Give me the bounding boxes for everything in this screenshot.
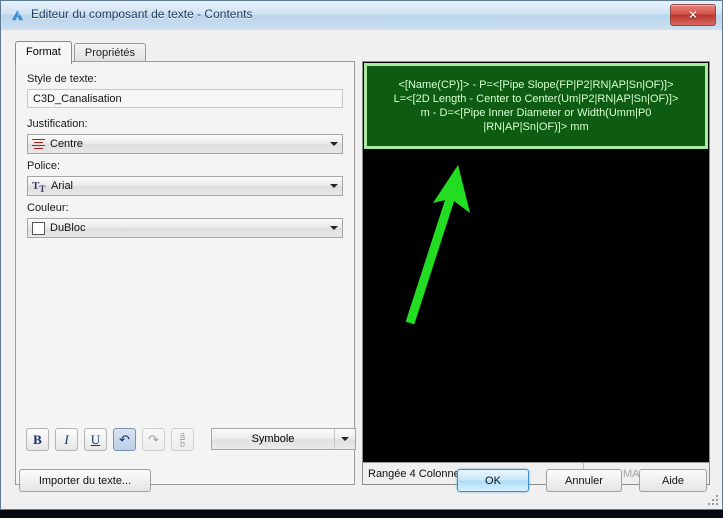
font-chevron-down-icon[interactable] <box>325 177 342 195</box>
color-value-wrap: DuBloc <box>28 221 325 235</box>
justification-chevron-down-icon[interactable] <box>325 135 342 153</box>
font-value: Arial <box>51 180 74 192</box>
italic-button[interactable]: I <box>55 428 78 451</box>
format-panel: Style de texte: C3D_Canalisation Justifi… <box>15 61 355 485</box>
cancel-button[interactable]: Annuler <box>546 469 622 492</box>
close-button[interactable]: ✕ <box>670 4 716 26</box>
stack-fraction-button[interactable]: ab <box>171 428 194 451</box>
symbol-dropdown[interactable]: Symbole <box>211 428 356 450</box>
stack-fraction-icon: ab <box>179 429 185 449</box>
font-dropdown[interactable]: TT Arial <box>27 176 343 196</box>
font-label: Police: <box>27 160 61 172</box>
editor-line-3: m - D=<[Pipe Inner Diameter or Width(Umm… <box>420 107 652 119</box>
tab-strip: Format Propriétés <box>15 41 147 64</box>
redo-button[interactable]: ↷ <box>142 428 165 451</box>
format-toolbar: B I U ↶ ↷ ab Symbole <box>15 428 356 458</box>
text-style-field[interactable]: C3D_Canalisation <box>27 89 343 108</box>
text-editor-area[interactable]: <[Name(CP)]> - P=<[Pipe Slope(FP|P2|RN|A… <box>362 61 710 485</box>
color-swatch-icon <box>32 221 45 235</box>
justification-value: Centre <box>50 138 84 150</box>
text-style-label: Style de texte: <box>27 73 97 85</box>
dialog-body: Format Propriétés Style de texte: C3D_Ca… <box>1 30 722 509</box>
editor-line-1: <[Name(CP)]> - P=<[Pipe Slope(FP|P2|RN|A… <box>398 79 674 91</box>
editor-line-2: L=<[2D Length - Center to Center(Um|P2|R… <box>393 93 679 105</box>
resize-grip[interactable] <box>708 495 720 507</box>
dialog-footer: Importer du texte... OK Annuler Aide <box>1 457 722 509</box>
ok-button[interactable]: OK <box>457 469 529 492</box>
color-chevron-down-icon[interactable] <box>325 219 342 237</box>
close-icon: ✕ <box>687 8 699 22</box>
justification-value-wrap: Centre <box>28 138 325 151</box>
undo-button[interactable]: ↶ <box>113 428 136 451</box>
justify-center-icon <box>32 138 45 151</box>
symbol-chevron-down-icon[interactable] <box>334 429 355 449</box>
font-value-wrap: TT Arial <box>28 179 325 194</box>
color-dropdown[interactable]: DuBloc <box>27 218 343 238</box>
selected-text-block[interactable]: <[Name(CP)]> - P=<[Pipe Slope(FP|P2|RN|A… <box>364 63 708 149</box>
window-title: Editeur du composant de texte - Contents <box>31 7 253 21</box>
justification-dropdown[interactable]: Centre <box>27 134 343 154</box>
justification-label: Justification: <box>27 118 88 130</box>
help-button[interactable]: Aide <box>639 469 707 492</box>
bold-button[interactable]: B <box>26 428 49 451</box>
selected-text-inner: <[Name(CP)]> - P=<[Pipe Slope(FP|P2|RN|A… <box>367 66 705 146</box>
symbol-label: Symbole <box>251 433 295 445</box>
font-tt-icon: TT <box>32 179 46 194</box>
color-value: DuBloc <box>50 222 86 234</box>
text-component-editor-dialog: Editeur du composant de texte - Contents… <box>0 0 723 510</box>
title-bar: Editeur du composant de texte - Contents… <box>1 1 722 31</box>
color-label: Couleur: <box>27 202 69 214</box>
underline-button[interactable]: U <box>84 428 107 451</box>
import-text-button[interactable]: Importer du texte... <box>19 469 151 492</box>
editor-canvas[interactable]: <[Name(CP)]> - P=<[Pipe Slope(FP|P2|RN|A… <box>363 62 709 462</box>
tab-format[interactable]: Format <box>15 41 72 64</box>
autocad-logo-icon <box>11 9 24 21</box>
editor-line-4: |RN|AP|Sn|OF)]> mm <box>483 121 589 133</box>
